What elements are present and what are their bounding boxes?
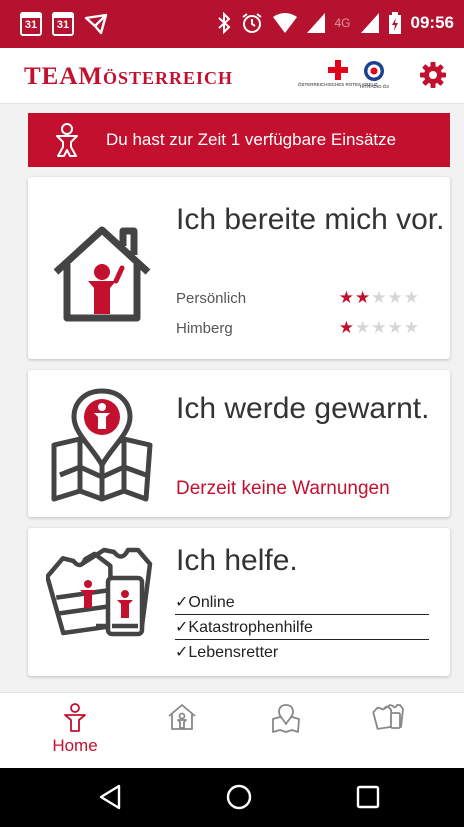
nav-label-home: Home: [52, 736, 98, 755]
app-header: TEAM ÖSTERREICH ÖSTERREICHISCHES ROTES K…: [0, 48, 464, 104]
wifi-icon: [272, 13, 297, 33]
map-pin-icon: [272, 704, 300, 733]
clock: 09:56: [410, 13, 454, 32]
map-pin-icon: [51, 388, 153, 502]
star-empty-icon: ★: [403, 288, 420, 307]
help-item-disaster-relief[interactable]: ✓Katastrophenhilfe: [175, 617, 429, 640]
vests-phone-icon: [46, 547, 153, 637]
available-missions-banner[interactable]: Du hast zur Zeit 1 verfügbare Einsätze: [28, 113, 450, 167]
network-type-label: 4G: [334, 16, 351, 30]
star-rating: ★★★★★: [339, 288, 420, 308]
star-empty-icon: ★: [355, 318, 372, 337]
star-empty-icon: ★: [387, 288, 404, 307]
rating-label: Himberg: [176, 319, 233, 337]
vests-icon: [372, 704, 404, 730]
star-empty-icon: ★: [387, 318, 404, 337]
prepare-title: Ich bereite mich vor.: [176, 203, 445, 236]
signal-icon: [360, 13, 379, 33]
bottom-navigation: Home: [0, 692, 464, 768]
home-person-icon: [64, 703, 86, 732]
system-navigation-bar: [0, 768, 464, 827]
nav-tab-home[interactable]: Home: [35, 703, 115, 756]
calendar-icon: 31: [20, 12, 42, 36]
prepare-card[interactable]: Ich bereite mich vor. Persönlich ★★★★★ H…: [28, 177, 450, 359]
signal-icon: [306, 13, 325, 33]
warning-status: Derzeit keine Warnungen: [176, 478, 390, 499]
red-cross-icon: [327, 60, 348, 80]
logo-team: TEAM: [24, 63, 103, 90]
team-oesterreich-logo[interactable]: TEAM ÖSTERREICH: [24, 63, 233, 91]
recents-icon[interactable]: [355, 783, 381, 811]
nav-tab-help[interactable]: [348, 703, 428, 731]
status-bar: 31 31 4G 09:56: [0, 0, 464, 48]
star-filled-icon: ★: [338, 288, 355, 307]
rating-row-personal[interactable]: Persönlich ★★★★★: [176, 288, 420, 308]
star-empty-icon: ★: [403, 318, 420, 337]
home-circle-icon[interactable]: [225, 783, 253, 811]
hitradio-logo[interactable]: HITRADIO Ö3: [360, 60, 389, 89]
hitradio-icon: [364, 61, 385, 81]
house-person-icon: [53, 226, 151, 322]
nav-tab-prepare[interactable]: [142, 703, 222, 731]
rating-label: Persönlich: [176, 289, 247, 307]
hitradio-caption: HITRADIO Ö3: [360, 84, 389, 89]
banner-text: Du hast zur Zeit 1 verfügbare Einsätze: [106, 130, 397, 149]
house-icon: [168, 704, 196, 730]
logo-country: ÖSTERREICH: [103, 68, 234, 88]
alarm-icon: [241, 13, 262, 33]
help-item-online[interactable]: ✓Online: [175, 592, 429, 615]
star-rating: ★★★★★: [339, 318, 420, 338]
star-filled-icon: ★: [338, 318, 355, 337]
star-filled-icon: ★: [355, 288, 372, 307]
gear-icon[interactable]: [420, 62, 446, 88]
bluetooth-icon: [217, 12, 230, 34]
warned-title: Ich werde gewarnt.: [176, 392, 430, 425]
star-empty-icon: ★: [371, 288, 388, 307]
battery-icon: [388, 12, 401, 34]
back-icon[interactable]: [97, 783, 123, 811]
mail-icon: [84, 13, 108, 35]
rating-row-himberg[interactable]: Himberg ★★★★★: [176, 318, 420, 338]
star-empty-icon: ★: [371, 318, 388, 337]
help-card[interactable]: Ich helfe. ✓Online ✓Katastrophenhilfe ✓L…: [28, 528, 450, 676]
calendar-icon: 31: [52, 12, 74, 36]
help-item-lifesaver[interactable]: ✓Lebensretter: [175, 642, 429, 665]
nav-tab-warnings[interactable]: [246, 703, 326, 733]
warned-card[interactable]: Ich werde gewarnt. Derzeit keine Warnung…: [28, 370, 450, 517]
help-title: Ich helfe.: [176, 544, 298, 577]
volunteer-icon: [56, 123, 78, 157]
